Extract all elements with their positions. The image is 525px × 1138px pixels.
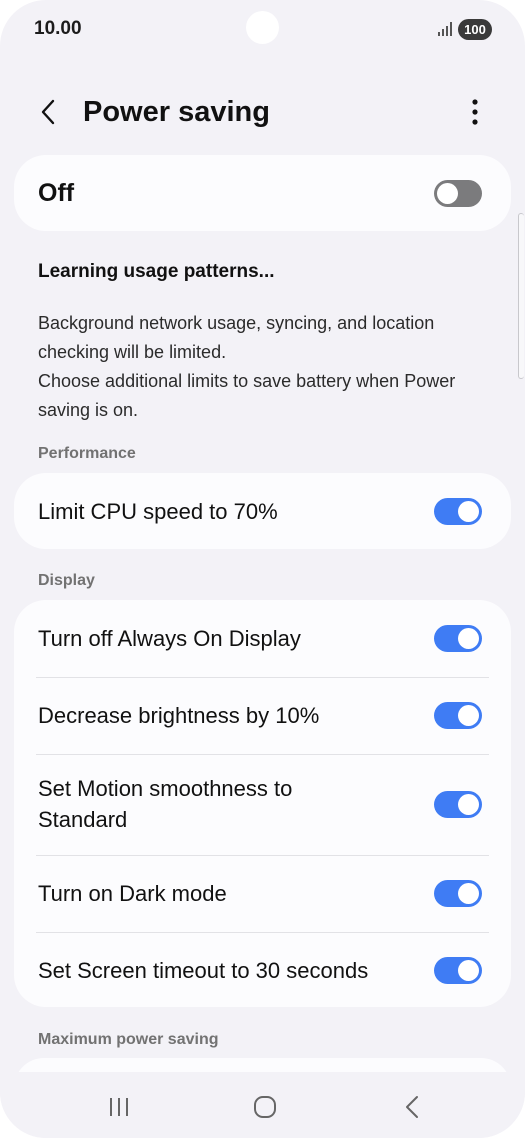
nav-back-button[interactable]	[392, 1092, 432, 1122]
switch-always-on-display[interactable]	[434, 625, 482, 652]
divider	[36, 677, 489, 678]
switch-knob	[458, 960, 479, 981]
more-options-button[interactable]	[458, 94, 492, 130]
back-button[interactable]	[30, 94, 66, 130]
battery-icon: 100	[458, 19, 492, 40]
section-header-display: Display	[38, 572, 95, 589]
switch-knob	[458, 501, 479, 522]
switch-knob	[458, 628, 479, 649]
back-icon	[406, 1096, 418, 1118]
scroll-handle[interactable]	[518, 213, 524, 379]
display-card: Turn off Always On Display Decrease brig…	[14, 600, 511, 1007]
setting-label: Set Screen timeout to 30 seconds	[38, 958, 369, 983]
chevron-left-icon	[41, 99, 55, 125]
divider	[36, 754, 489, 755]
switch-dark-mode[interactable]	[434, 880, 482, 907]
switch-screen-timeout[interactable]	[434, 957, 482, 984]
setting-label: Turn off Always On Display	[38, 626, 301, 651]
recent-apps-button[interactable]	[99, 1092, 139, 1122]
switch-cpu-speed[interactable]	[434, 498, 482, 525]
section-header-maximum-power-saving: Maximum power saving	[38, 1031, 219, 1048]
setting-label: Set Motion smoothness to Standard	[38, 776, 293, 832]
performance-card: Limit CPU speed to 70%	[14, 473, 511, 549]
camera-cutout	[246, 11, 279, 44]
switch-knob	[458, 883, 479, 904]
setting-label: Limit CPU speed to 70%	[38, 499, 278, 524]
info-text-line-2: Choose additional limits to save battery…	[38, 371, 456, 420]
setting-label: Decrease brightness by 10%	[38, 703, 320, 728]
app-bar: Power saving	[0, 80, 525, 144]
signal-icon	[438, 22, 452, 36]
page-title: Power saving	[83, 96, 270, 128]
switch-motion-smoothness[interactable]	[434, 791, 482, 818]
switch-knob	[458, 794, 479, 815]
switch-brightness[interactable]	[434, 702, 482, 729]
switch-knob	[437, 183, 458, 204]
master-switch-label: Off	[38, 179, 75, 207]
master-switch[interactable]	[434, 180, 482, 207]
phone-screen: 10.00 100 Power saving Off Learning usag…	[0, 0, 525, 1138]
divider	[36, 855, 489, 856]
info-text: Background network usage, syncing, and l…	[38, 309, 488, 425]
more-vertical-icon	[472, 99, 478, 125]
divider	[36, 932, 489, 933]
section-header-performance: Performance	[38, 445, 136, 462]
power-saving-master-card[interactable]: Off	[14, 155, 511, 231]
home-icon	[254, 1096, 276, 1118]
info-text-line-1: Background network usage, syncing, and l…	[38, 313, 435, 362]
switch-knob	[458, 705, 479, 726]
status-time: 10.00	[34, 18, 82, 39]
home-button[interactable]	[245, 1092, 285, 1122]
navigation-bar	[0, 1072, 525, 1138]
recent-apps-icon	[110, 1098, 128, 1116]
info-heading: Learning usage patterns...	[38, 261, 275, 282]
status-bar: 10.00 100	[0, 0, 525, 60]
setting-label: Turn on Dark mode	[38, 881, 227, 906]
